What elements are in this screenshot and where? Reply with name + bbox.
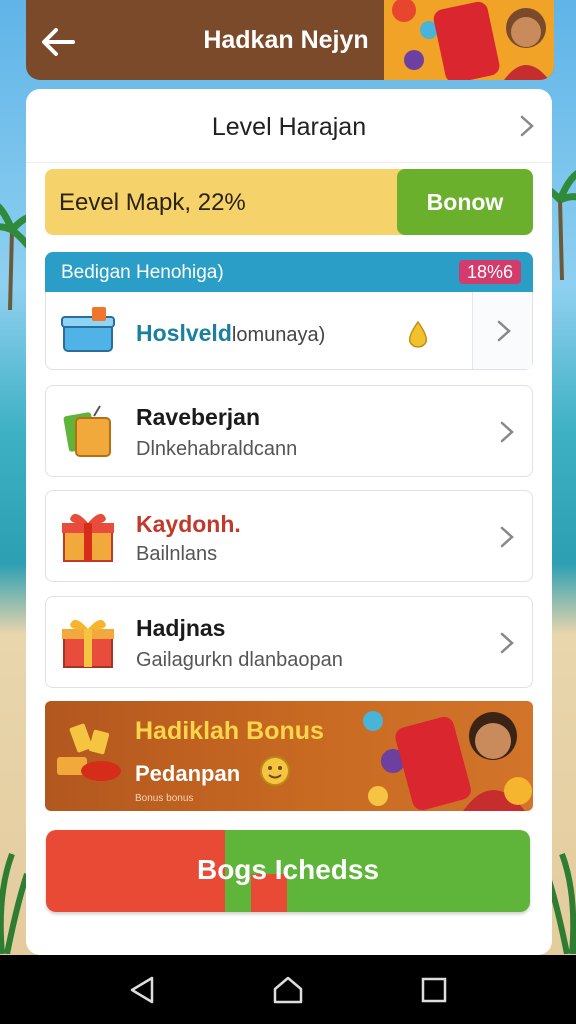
item-title: Kaydonh. xyxy=(136,511,241,537)
item-title: Hadjnas xyxy=(136,615,226,641)
bonus-button[interactable]: Bonow xyxy=(397,169,533,235)
section-badge: 18%6 xyxy=(458,260,521,284)
box-icon xyxy=(61,307,115,352)
item-subtitle: Bailnlans xyxy=(136,543,218,565)
gift-icon xyxy=(62,513,114,562)
list-item[interactable]: Hoslveldlomunaya) xyxy=(45,292,533,370)
back-button[interactable] xyxy=(38,22,78,62)
system-nav-bar xyxy=(0,955,576,1024)
section-title: Bedigan Henohiga) xyxy=(61,262,224,283)
chevron-right-icon xyxy=(520,115,534,137)
smiley-coin-icon xyxy=(260,756,290,786)
progress-text: Eevel Mapk, 22% xyxy=(59,189,246,216)
item-title-main: Hoslveld xyxy=(136,320,232,346)
chevron-right-icon xyxy=(500,632,514,654)
main-panel: Level Harajan Eevel Mapk, 22% Bonow Bedi… xyxy=(26,89,552,955)
list-item[interactable]: Kaydonh. Bailnlans xyxy=(45,490,533,582)
app-header: Hadkan Nejyn xyxy=(26,0,554,80)
back-triangle-icon[interactable] xyxy=(128,975,156,1005)
chevron-right-icon xyxy=(500,526,514,548)
level-label: Level Harajan xyxy=(211,113,367,141)
bonus-title: Hadiklah Bonus xyxy=(135,717,324,745)
item-title: Hoslveldlomunaya) xyxy=(136,320,325,347)
list-item[interactable]: Raveberjan Dlnkehabraldcann xyxy=(45,385,533,477)
bonus-subtitle: Pedanpan xyxy=(135,761,241,786)
item-title: Raveberjan xyxy=(136,404,261,430)
gift-icon xyxy=(62,619,114,668)
item-title-rest: lomunaya) xyxy=(231,324,326,346)
back-arrow-icon xyxy=(42,28,75,56)
home-icon[interactable] xyxy=(272,975,304,1005)
page-title: Hadkan Nejyn xyxy=(203,26,369,54)
list-item[interactable]: Hadjnas Gailagurkn dlanbaopan xyxy=(45,596,533,688)
coin-drop-icon xyxy=(408,320,428,348)
item-arrow-box[interactable] xyxy=(472,292,532,369)
bonus-banner[interactable]: Hadiklah Bonus Pedanpan Bonus bonus xyxy=(45,701,533,811)
bag-icon xyxy=(63,405,111,457)
chevron-right-icon xyxy=(500,421,514,443)
bonus-caption: Bonus bonus xyxy=(135,793,194,804)
item-subtitle: Dlnkehabraldcann xyxy=(136,438,298,460)
section-header: Bedigan Henohiga) 18%6 xyxy=(45,252,533,292)
cta-label: Bogs Ichedss xyxy=(196,854,380,885)
item-subtitle: Gailagurkn dlanbaopan xyxy=(136,649,343,671)
promo-illustration xyxy=(363,711,532,811)
gold-bars-icon xyxy=(57,723,121,781)
primary-cta-button[interactable]: Bogs Ichedss xyxy=(46,830,530,912)
promo-illustration xyxy=(384,0,554,80)
recents-square-icon[interactable] xyxy=(420,976,448,1004)
level-progress-bar: Eevel Mapk, 22% Bonow xyxy=(45,169,533,235)
chevron-right-icon xyxy=(497,320,511,342)
level-row[interactable]: Level Harajan xyxy=(26,89,552,163)
